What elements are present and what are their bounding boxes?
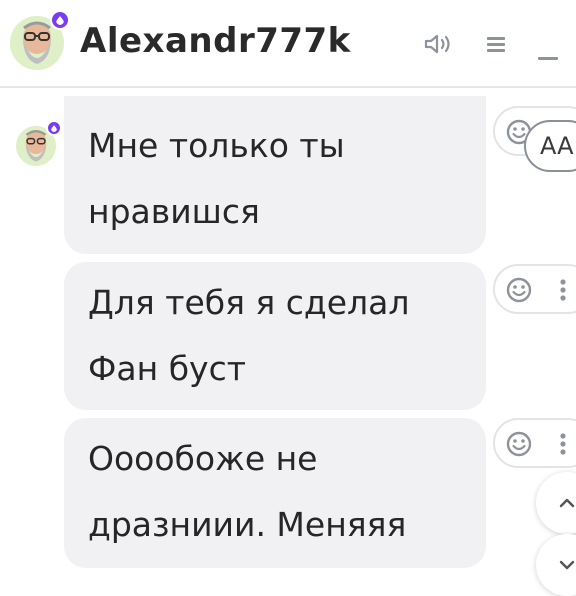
message-bubble[interactable]: Для тебя я сделал Фан буст xyxy=(64,262,486,410)
scroll-down-button[interactable] xyxy=(536,534,576,596)
scroll-up-button[interactable] xyxy=(536,472,576,534)
avatar[interactable] xyxy=(10,10,70,70)
more-icon[interactable] xyxy=(559,432,567,456)
message-text: Ооообоже не дразниии. Меняяя xyxy=(88,439,407,544)
message-bubble[interactable]: Ооообоже не дразниии. Меняяя xyxy=(64,418,486,568)
sender-avatar[interactable] xyxy=(16,120,62,166)
chat-header: Alexandr777k xyxy=(0,0,576,88)
drop-icon xyxy=(51,124,57,132)
online-status-badge xyxy=(46,120,62,136)
message-bubble[interactable]: Мне только ты нравишся xyxy=(64,96,486,254)
more-icon[interactable] xyxy=(559,278,567,302)
message-actions xyxy=(493,418,576,468)
online-status-badge xyxy=(50,10,70,30)
menu-button[interactable] xyxy=(478,28,514,60)
chat-username[interactable]: Alexandr777k xyxy=(80,18,351,64)
drop-icon xyxy=(56,15,64,25)
minimize-button[interactable] xyxy=(530,42,566,74)
sound-button[interactable] xyxy=(422,28,458,60)
message-text: Для тебя я сделал Фан буст xyxy=(88,283,410,388)
chevron-up-icon xyxy=(559,498,575,508)
minimize-icon xyxy=(538,57,558,60)
emoji-icon[interactable] xyxy=(505,276,533,304)
chevron-down-icon xyxy=(559,560,575,570)
menu-icon xyxy=(487,37,505,52)
message-text: Мне только ты нравишся xyxy=(88,126,345,231)
emoji-icon[interactable] xyxy=(505,430,533,458)
font-size-button[interactable]: AA xyxy=(524,120,576,172)
message-actions xyxy=(493,264,576,314)
sound-icon xyxy=(424,34,450,54)
